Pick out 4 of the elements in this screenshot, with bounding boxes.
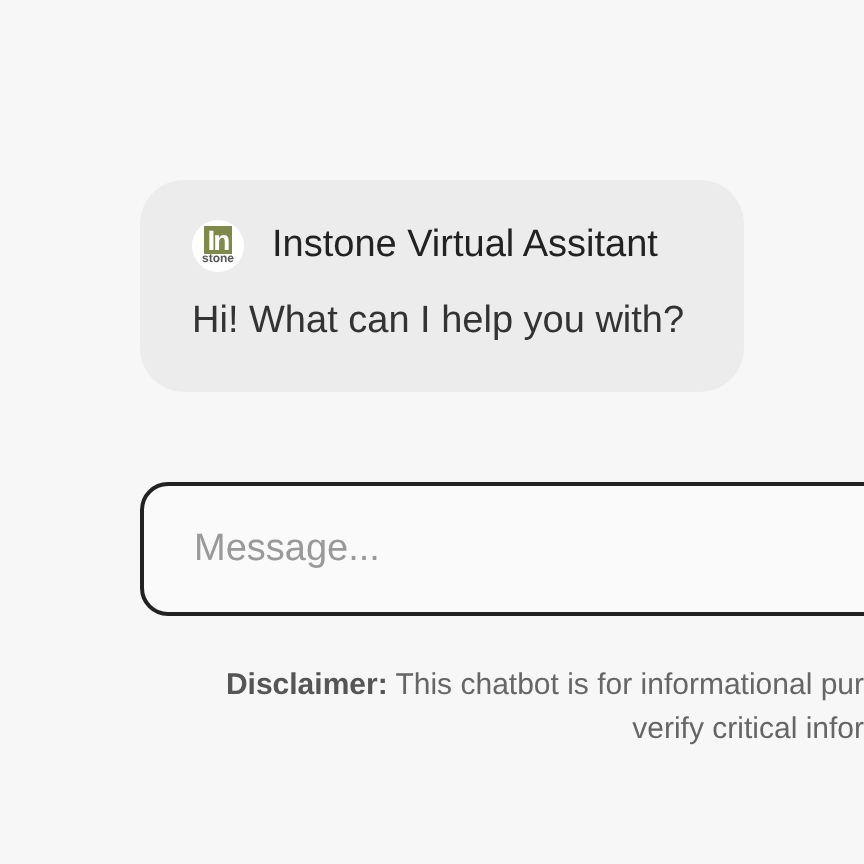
message-text: Hi! What can I help you with? — [192, 300, 687, 344]
sender-name: Instone Virtual Assitant — [272, 224, 658, 268]
disclaimer-text: Disclaimer: This chatbot is for informational pur verify critical infor — [223, 666, 864, 750]
message-field[interactable]: Message... — [140, 482, 864, 616]
